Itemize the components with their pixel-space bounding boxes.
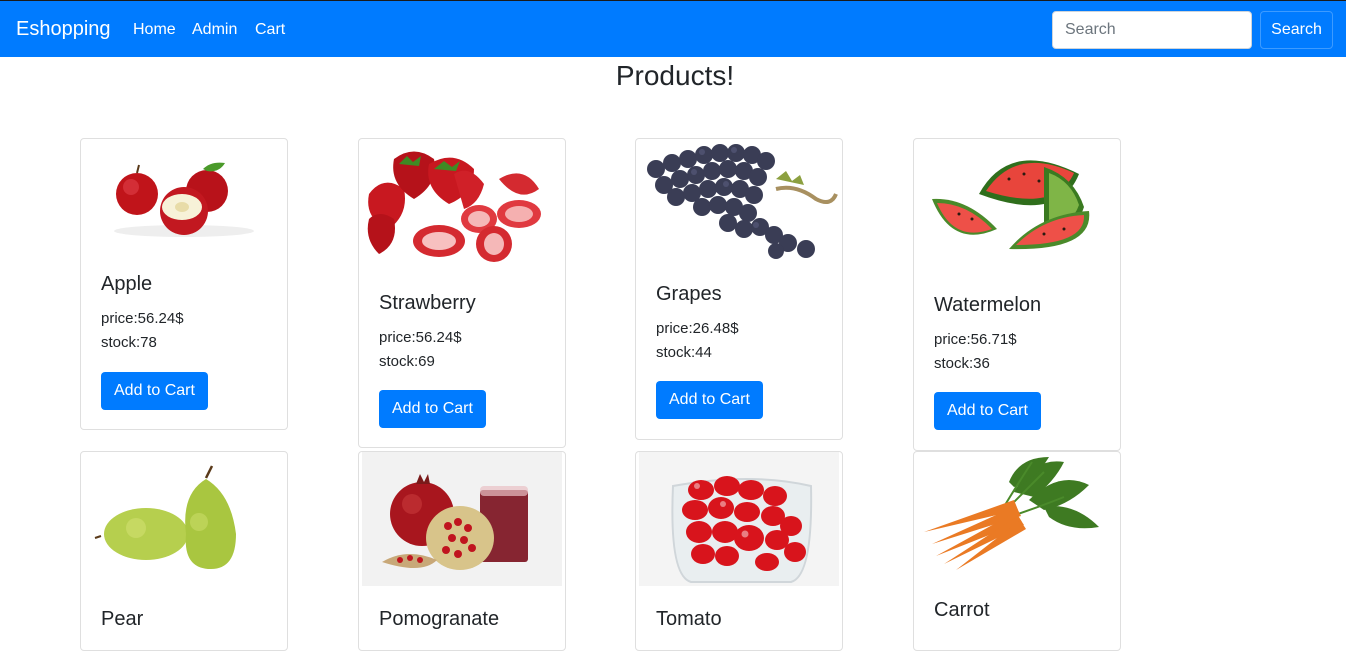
card-body: Apple price:56.24$ stock:78 <box>101 272 271 355</box>
add-to-cart-button[interactable]: Add to Cart <box>379 390 486 428</box>
product-name: Pear <box>101 608 144 630</box>
product-card: Pomogranate <box>358 451 566 651</box>
apple-image <box>114 162 254 237</box>
nav-link-home[interactable]: Home <box>133 20 176 40</box>
product-name: Grapes <box>656 283 722 305</box>
search-button[interactable]: Search <box>1260 11 1333 49</box>
carrot-image <box>924 457 1099 570</box>
product-name: Pomogranate <box>379 608 500 630</box>
product-card: Apple price:56.24$ stock:78 Add to Cart <box>80 138 288 430</box>
search-input[interactable] <box>1052 11 1252 49</box>
pomegranate-image <box>362 452 562 586</box>
nav-link-cart[interactable]: Cart <box>255 20 285 40</box>
product-stock: stock:36 <box>934 355 990 372</box>
card-body: Tomato <box>656 607 826 631</box>
product-name: Strawberry <box>379 292 476 314</box>
product-price: price:56.24$ <box>101 310 184 327</box>
add-to-cart-button[interactable]: Add to Cart <box>656 381 763 419</box>
product-price: price:26.48$ <box>656 320 739 337</box>
strawberry-image <box>367 151 541 262</box>
card-body: Pear <box>101 607 271 631</box>
product-card: Grapes price:26.48$ stock:44 Add to Cart <box>635 138 843 440</box>
product-stock: stock:44 <box>656 344 712 361</box>
card-body: Grapes price:26.48$ stock:44 <box>656 282 826 365</box>
grapes-image <box>647 144 838 259</box>
navbar: Eshopping Home Admin Cart Search <box>0 0 1346 57</box>
add-to-cart-button[interactable]: Add to Cart <box>934 392 1041 430</box>
card-body: Strawberry price:56.24$ stock:69 <box>379 291 549 374</box>
product-name: Watermelon <box>934 294 1042 316</box>
product-name: Carrot <box>934 599 990 621</box>
product-stock: stock:78 <box>101 334 157 351</box>
brand-logo[interactable]: Eshopping <box>16 17 111 41</box>
product-card: Strawberry price:56.24$ stock:69 Add to … <box>358 138 566 448</box>
product-price: price:56.24$ <box>379 329 462 346</box>
card-body: Carrot <box>934 598 1104 622</box>
product-price: price:56.71$ <box>934 331 1017 348</box>
add-to-cart-button[interactable]: Add to Cart <box>101 372 208 410</box>
page-title: Products! <box>615 60 735 91</box>
card-body: Watermelon price:56.71$ stock:36 <box>934 293 1104 376</box>
product-stock: stock:69 <box>379 353 435 370</box>
product-card: Carrot <box>913 451 1121 651</box>
nav-link-admin[interactable]: Admin <box>192 20 237 40</box>
card-body: Pomogranate <box>379 607 549 631</box>
tomato-image <box>639 452 839 586</box>
product-card: Tomato <box>635 451 843 651</box>
product-card: Watermelon price:56.71$ stock:36 Add to … <box>913 138 1121 451</box>
product-name: Apple <box>101 273 153 295</box>
product-card: Pear <box>80 451 288 651</box>
product-name: Tomato <box>656 608 722 630</box>
pear-image <box>94 465 236 569</box>
watermelon-image <box>932 160 1090 250</box>
